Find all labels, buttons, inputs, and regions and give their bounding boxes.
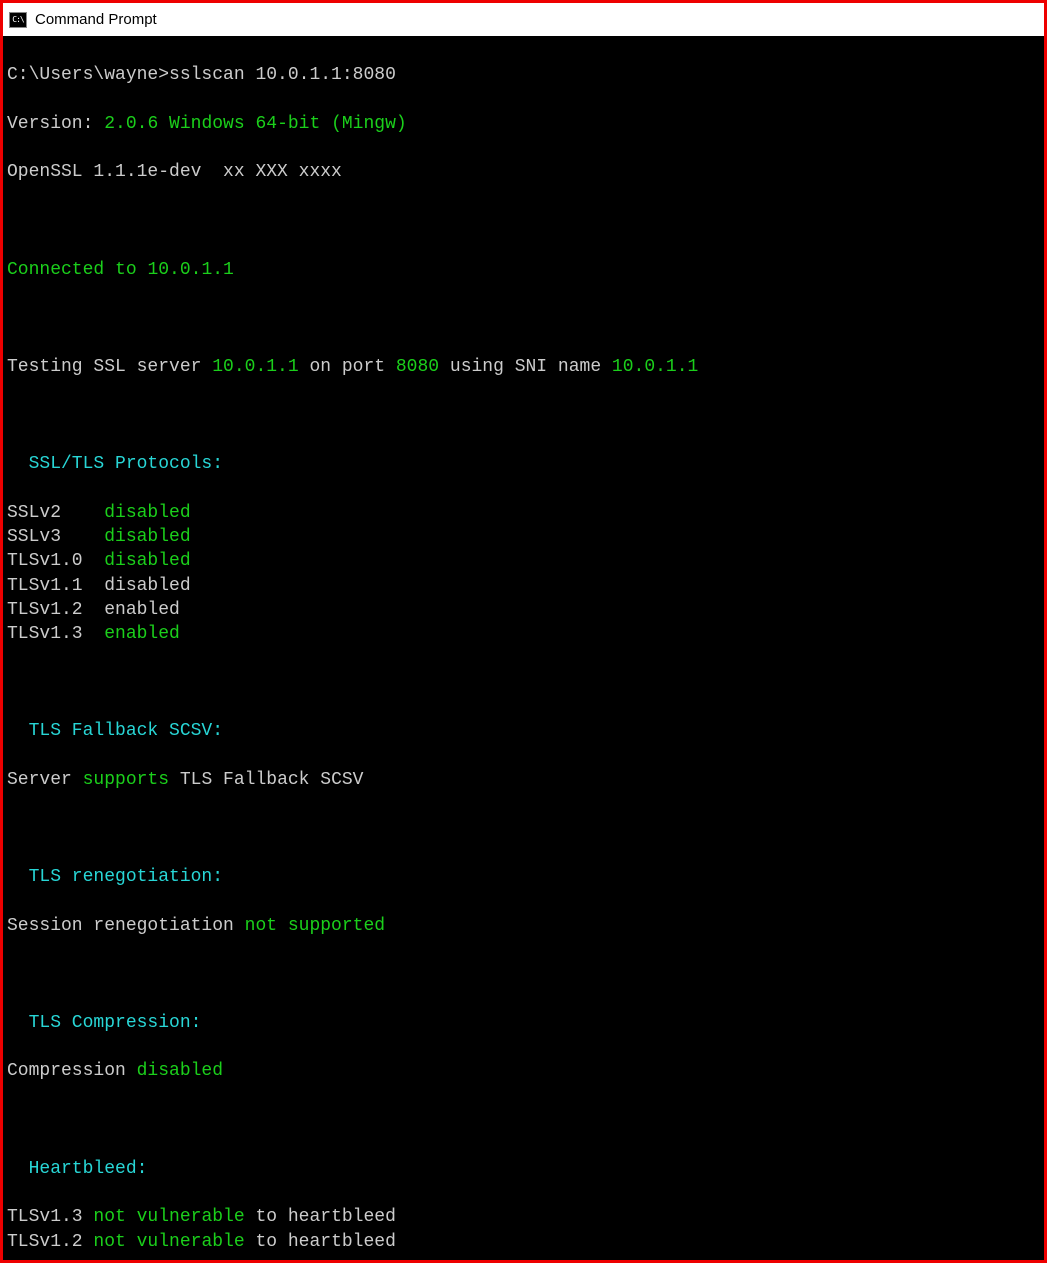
- reneg-b: not supported: [245, 916, 385, 936]
- fallback-header: TLS Fallback SCSV:: [7, 719, 1040, 743]
- title-bar[interactable]: C:\ Command Prompt: [3, 3, 1044, 37]
- protocol-status: disabled: [104, 503, 190, 523]
- openssl-line: OpenSSL 1.1.1e-dev xx XXX xxxx: [7, 160, 1040, 184]
- heartbleed-header: Heartbleed:: [7, 1157, 1040, 1181]
- reneg-a: Session renegotiation: [7, 916, 245, 936]
- protocols-header: SSL/TLS Protocols:: [7, 452, 1040, 476]
- prompt-path: C:\Users\wayne>: [7, 65, 169, 85]
- testing-b: on port: [299, 357, 396, 377]
- testing-sni: 10.0.1.1: [612, 357, 698, 377]
- protocol-row: TLSv1.0 disabled: [7, 549, 1040, 573]
- protocol-name: TLSv1.3: [7, 624, 104, 644]
- hb-suffix: to heartbleed: [245, 1207, 396, 1227]
- hb-status: not vulnerable: [93, 1232, 244, 1252]
- protocol-row: SSLv2 disabled: [7, 501, 1040, 525]
- testing-port: 8080: [396, 357, 439, 377]
- window-title: Command Prompt: [35, 11, 157, 28]
- connected-ip: 10.0.1.1: [147, 260, 233, 280]
- protocol-name: TLSv1.1: [7, 576, 104, 596]
- hb-tls: TLSv1.2: [7, 1232, 93, 1252]
- hb-suffix: to heartbleed: [245, 1232, 396, 1252]
- fallback-b: supports: [83, 770, 169, 790]
- protocol-name: SSLv3: [7, 527, 104, 547]
- fallback-a: Server: [7, 770, 83, 790]
- prompt-cmd: sslscan 10.0.1.1:8080: [169, 65, 396, 85]
- testing-c: using SNI name: [439, 357, 612, 377]
- fallback-c: TLS Fallback SCSV: [169, 770, 363, 790]
- protocol-status: enabled: [104, 624, 180, 644]
- protocol-row: TLSv1.2 enabled: [7, 598, 1040, 622]
- protocol-status: disabled: [104, 527, 190, 547]
- protocol-name: TLSv1.2: [7, 600, 104, 620]
- cmd-icon: C:\: [9, 12, 27, 28]
- compression-header: TLS Compression:: [7, 1011, 1040, 1035]
- reneg-header: TLS renegotiation:: [7, 865, 1040, 889]
- testing-ip: 10.0.1.1: [212, 357, 298, 377]
- comp-b: disabled: [137, 1061, 223, 1081]
- hb-status: not vulnerable: [93, 1207, 244, 1227]
- protocol-row: TLSv1.1 disabled: [7, 574, 1040, 598]
- protocol-status: enabled: [104, 600, 180, 620]
- version-label: Version:: [7, 114, 93, 134]
- heartbleed-row: TLSv1.2 not vulnerable to heartbleed: [7, 1230, 1040, 1254]
- version-value: 2.0.6 Windows 64-bit (Mingw): [104, 114, 406, 134]
- terminal-output[interactable]: C:\Users\wayne>sslscan 10.0.1.1:8080 Ver…: [3, 37, 1044, 1260]
- comp-a: Compression: [7, 1061, 137, 1081]
- protocol-status: disabled: [104, 551, 190, 571]
- hb-tls: TLSv1.3: [7, 1207, 93, 1227]
- connected-label: Connected to: [7, 260, 147, 280]
- protocol-name: SSLv2: [7, 503, 104, 523]
- heartbleed-row: TLSv1.3 not vulnerable to heartbleed: [7, 1205, 1040, 1229]
- protocol-row: TLSv1.3 enabled: [7, 622, 1040, 646]
- protocol-row: SSLv3 disabled: [7, 525, 1040, 549]
- testing-a: Testing SSL server: [7, 357, 212, 377]
- protocol-name: TLSv1.0: [7, 551, 104, 571]
- protocol-status: disabled: [104, 576, 190, 596]
